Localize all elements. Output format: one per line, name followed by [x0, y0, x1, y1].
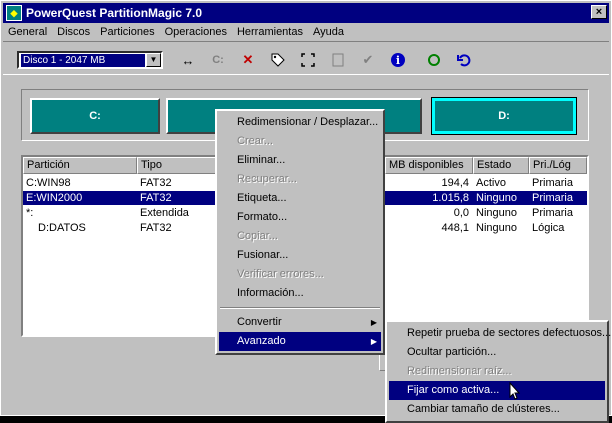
title-bar[interactable]: ◆ PowerQuest PartitionMagic 7.0 × [3, 3, 609, 23]
menu-item-format[interactable]: Formato... [219, 208, 381, 227]
menu-item-resize[interactable]: Redimensionar / Desplazar... [219, 113, 381, 132]
cell-pri: Primaria [532, 207, 573, 219]
col-tipo[interactable]: Tipo [137, 157, 217, 174]
cell-state: Ninguno [476, 207, 517, 219]
copy-icon[interactable] [327, 51, 349, 69]
menu-item-recover: Recuperar... [237, 173, 297, 185]
cell-name: C:WIN98 [26, 177, 71, 189]
check-icon[interactable]: ✔ [357, 51, 379, 69]
cell-state: Ninguno [476, 192, 517, 204]
cell-type: FAT32 [140, 222, 172, 234]
format-icon[interactable] [297, 51, 319, 69]
submenu-item-hide[interactable]: Ocultar partición... [389, 343, 605, 362]
window-title: PowerQuest PartitionMagic 7.0 [26, 6, 203, 20]
cell-type: Extendida [140, 207, 189, 219]
submenu-item-resize-root: Redimensionar raíz... [407, 365, 512, 377]
menu-item-advanced-label: Avanzado [237, 335, 286, 347]
disk-selector[interactable]: Disco 1 - 2047 MB ▼ [17, 51, 163, 69]
partition-d[interactable]: D: [431, 97, 577, 135]
context-menu: Redimensionar / Desplazar... Crear... El… [215, 109, 385, 355]
cell-pri: Lógica [532, 222, 565, 234]
toolbar: Disco 1 - 2047 MB ▼ ↔ C: ✕ ✔ i [3, 41, 609, 75]
menu-item-convert[interactable]: Convertir ▶ [219, 313, 381, 332]
menu-general[interactable]: General [3, 26, 52, 38]
menu-item-delete[interactable]: Eliminar... [219, 151, 381, 170]
menu-item-check-errors: Verificar errores... [237, 268, 324, 280]
drive-letter-button[interactable]: C: [207, 51, 229, 69]
resize-arrows-icon[interactable]: ↔ [177, 51, 199, 69]
col-pri-log[interactable]: Pri./Lóg [529, 157, 587, 174]
menu-particiones[interactable]: Particiones [95, 26, 159, 38]
submenu-item-bad-sectors[interactable]: Repetir prueba de sectores defectuosos..… [389, 324, 611, 343]
menu-herramientas[interactable]: Herramientas [232, 26, 308, 38]
delete-icon[interactable]: ✕ [237, 51, 259, 69]
submenu-arrow-icon: ▶ [370, 337, 377, 346]
cell-free: 448,1 [441, 222, 469, 234]
submenu-item-cluster-size[interactable]: Cambiar tamaño de clústeres... [389, 400, 605, 419]
cell-pri: Primaria [532, 177, 573, 189]
cell-state: Activo [476, 177, 506, 189]
col-particion[interactable]: Partición [23, 157, 137, 174]
col-mb-disponibles[interactable]: MB disponibles [385, 157, 473, 174]
menu-item-convert-label: Convertir [237, 316, 282, 328]
apply-circle-icon[interactable] [423, 51, 445, 69]
undo-icon[interactable] [453, 51, 475, 69]
menu-separator [220, 307, 380, 309]
cell-name: *: [26, 207, 34, 219]
submenu-arrow-icon: ▶ [370, 318, 377, 327]
app-icon: ◆ [6, 5, 22, 21]
submenu-item-set-active[interactable]: Fijar como activa... [389, 381, 605, 400]
cell-free: 0,0 [453, 207, 469, 219]
menu-item-merge[interactable]: Fusionar... [219, 246, 381, 265]
cell-pri: Primaria [532, 192, 573, 204]
menu-bar: General Discos Particiones Operaciones H… [3, 23, 609, 41]
mouse-cursor-icon [509, 381, 521, 403]
info-icon[interactable]: i [387, 51, 409, 69]
menu-ayuda[interactable]: Ayuda [308, 26, 349, 38]
menu-item-create: Crear... [237, 135, 274, 147]
menu-item-advanced[interactable]: Avanzado ▶ [219, 332, 381, 351]
app-window: ◆ PowerQuest PartitionMagic 7.0 × Genera… [0, 0, 612, 423]
cell-type: FAT32 [140, 192, 172, 204]
disk-selector-value: Disco 1 - 2047 MB [21, 54, 145, 67]
menu-item-label[interactable]: Etiqueta... [219, 189, 381, 208]
advanced-submenu: Repetir prueba de sectores defectuosos..… [385, 320, 611, 423]
menu-operaciones[interactable]: Operaciones [160, 26, 232, 38]
cell-type: FAT32 [140, 177, 172, 189]
col-estado[interactable]: Estado [473, 157, 529, 174]
cell-state: Ninguno [476, 222, 517, 234]
menu-discos[interactable]: Discos [52, 26, 95, 38]
cell-free: 194,4 [441, 177, 469, 189]
menu-item-copy: Copiar... [237, 230, 278, 242]
close-button[interactable]: × [591, 5, 607, 19]
svg-text:i: i [396, 54, 400, 67]
label-tag-icon[interactable] [267, 51, 289, 69]
cell-name: D:DATOS [38, 222, 86, 234]
menu-item-info[interactable]: Información... [219, 284, 381, 303]
chevron-down-icon[interactable]: ▼ [146, 53, 161, 67]
cell-name: E:WIN2000 [26, 192, 83, 204]
partition-c[interactable]: C: [30, 98, 160, 134]
cell-free: 1.015,8 [432, 192, 469, 204]
